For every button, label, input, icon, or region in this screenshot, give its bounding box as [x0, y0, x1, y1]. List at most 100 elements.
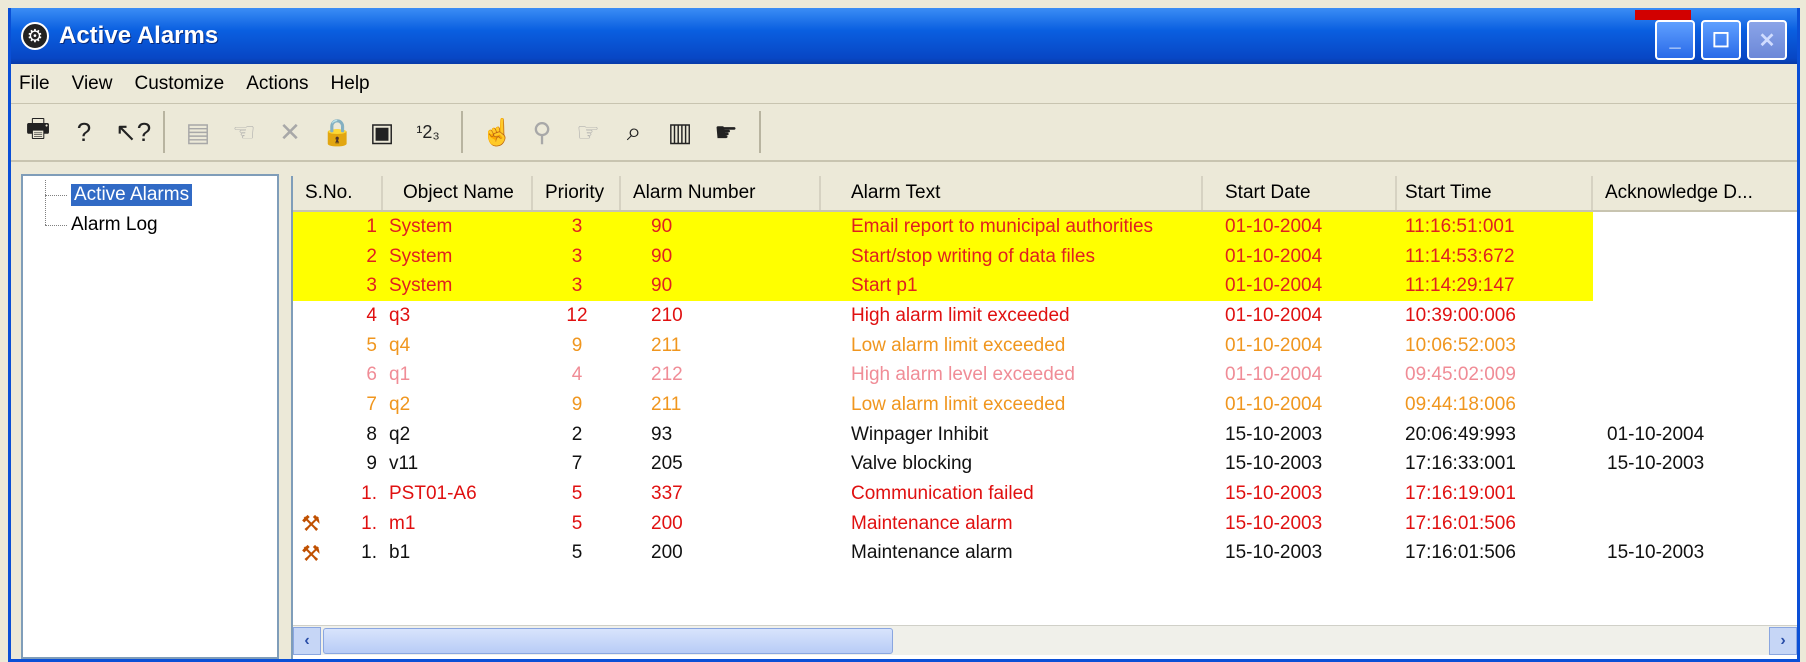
tree-item-alarm-log[interactable]: Alarm Log [23, 210, 277, 240]
cell-alarm-number: 90 [621, 241, 821, 272]
cell-start-time-text: 09:44:18:006 [1405, 393, 1516, 415]
table-row[interactable]: 4 q3 12 210 High alarm limit exceeded 01-10-2… [293, 301, 1797, 331]
cell-object-name-text: v11 [389, 453, 419, 475]
table-row[interactable]: 8 q2 2 93 Winpager Inhibit 15-10-2003 20:06:49… [293, 420, 1797, 450]
acknowledge-icon[interactable]: ☜ [229, 117, 259, 148]
cell-alarm-number: 200 [621, 539, 821, 569]
properties-icon[interactable]: ▤ [183, 117, 213, 148]
menu-customize[interactable]: Customize [134, 73, 224, 95]
ack-all-icon[interactable]: ☝ [481, 117, 513, 148]
table-row[interactable]: 6 q1 4 212 High alarm level exceeded 01-10-20… [293, 360, 1797, 390]
help-icon[interactable]: ? [69, 117, 99, 148]
cell-alarm-text: Communication failed [821, 479, 1203, 509]
horizontal-scrollbar[interactable]: ‹ › [293, 625, 1797, 655]
tree-item-label: Alarm Log [71, 214, 158, 235]
cell-start-date-text: 15-10-2003 [1225, 483, 1323, 505]
cell-sno: ⚒ 1. [293, 539, 383, 569]
menu-file[interactable]: File [19, 73, 50, 95]
table-header: S.No. Object Name Priority Alarm Number … [293, 176, 1797, 212]
column-header-sno[interactable]: S.No. [293, 176, 383, 210]
cell-sno-text: 8 [366, 423, 377, 445]
app-icon: ⚙ [21, 22, 49, 50]
cell-object-name: q2 [383, 390, 533, 420]
tree-item-label: Active Alarms [71, 184, 193, 206]
cell-alarm-text: Winpager Inhibit [821, 420, 1203, 450]
close-button[interactable]: ✕ [1747, 20, 1787, 60]
column-header-priority[interactable]: Priority [533, 176, 621, 210]
cell-acknowledge-date [1593, 212, 1753, 242]
cell-sno-text: 5 [366, 334, 377, 356]
find-icon[interactable]: ⚲ [527, 117, 557, 148]
scroll-right-icon[interactable]: › [1769, 626, 1797, 655]
cell-object-name-text: System [389, 275, 453, 297]
cell-start-time-text: 11:14:53:672 [1405, 245, 1515, 267]
column-header-start-date[interactable]: Start Date [1203, 176, 1397, 210]
minimize-button[interactable]: _ [1655, 20, 1695, 60]
hide-icon[interactable]: ☞ [573, 117, 603, 148]
cell-start-date-text: 01-10-2004 [1225, 364, 1323, 386]
cell-object-name: b1 [383, 539, 533, 569]
cell-acknowledge-date-text: 15-10-2003 [1607, 542, 1705, 564]
maximize-button[interactable]: ☐ [1701, 20, 1741, 60]
menu-actions[interactable]: Actions [246, 73, 308, 95]
table-row[interactable]: 7 q2 9 211 Low alarm limit exceeded 01-10-200… [293, 390, 1797, 420]
cell-start-date: 15-10-2003 [1203, 509, 1397, 539]
cell-alarm-number-text: 90 [651, 275, 673, 297]
cell-object-name: q4 [383, 331, 533, 361]
lock-icon[interactable]: 🔒 [321, 117, 353, 148]
wrench-icon: ⚒ [301, 540, 321, 566]
cell-alarm-text: Start/stop writing of data files [821, 241, 1203, 272]
table-row[interactable]: 1 System 3 90 Email report to municipal auth… [293, 212, 1797, 242]
cell-alarm-number-text: 211 [651, 334, 682, 356]
cell-alarm-number-text: 211 [651, 393, 682, 415]
tree-connector [45, 195, 67, 196]
tree-item-active-alarms[interactable]: Active Alarms [23, 180, 277, 210]
cell-object-name-text: q4 [389, 334, 411, 356]
column-header-alarm-number[interactable]: Alarm Number [621, 176, 821, 210]
cell-sno: 1. [293, 479, 383, 509]
cell-start-time: 20:06:49:993 [1397, 420, 1593, 450]
menu-help[interactable]: Help [331, 73, 370, 95]
cell-alarm-text-text: Low alarm limit exceeded [851, 334, 1066, 356]
cell-alarm-text-text: Winpager Inhibit [851, 423, 989, 445]
delete-icon[interactable]: ✕ [275, 117, 305, 148]
scroll-left-icon[interactable]: ‹ [293, 626, 321, 655]
sort-icon[interactable]: ¹2₃ [413, 122, 443, 143]
cell-alarm-number-text: 337 [651, 483, 683, 505]
cell-acknowledge-date [1593, 509, 1753, 539]
scrollbar-thumb[interactable] [323, 628, 893, 654]
alarm-check-icon[interactable]: ☛ [711, 117, 741, 148]
cell-acknowledge-date [1593, 331, 1753, 361]
cell-alarm-number: 211 [621, 390, 821, 420]
cell-start-time: 17:16:01:506 [1397, 539, 1593, 569]
cell-alarm-text: High alarm level exceeded [821, 360, 1203, 390]
filter-icon[interactable]: ▣ [367, 117, 397, 148]
cell-start-time: 10:06:52:003 [1397, 331, 1593, 361]
column-header-start-time[interactable]: Start Time [1397, 176, 1593, 210]
column-header-acknowledge-date[interactable]: Acknowledge D... [1593, 176, 1753, 210]
cell-start-time: 17:16:01:506 [1397, 509, 1593, 539]
cell-start-date-text: 01-10-2004 [1225, 304, 1323, 326]
title-bar[interactable]: ⚙ Active Alarms _ ☐ ✕ [11, 8, 1797, 64]
menu-view[interactable]: View [72, 73, 113, 95]
zoom-icon[interactable]: ⌕ [619, 116, 649, 148]
column-header-object-name[interactable]: Object Name [383, 176, 533, 210]
cell-priority: 7 [533, 450, 621, 480]
print-icon[interactable]: 🖶 [23, 110, 53, 154]
table-row[interactable]: 9 v11 7 205 Valve blocking 15-10-2003 17:16:33… [293, 450, 1797, 480]
context-help-icon[interactable]: ↖? [115, 117, 151, 148]
cell-alarm-number-text: 205 [651, 453, 683, 475]
table-row[interactable]: 1. PST01-A6 5 337 Communication failed 15-10-… [293, 479, 1797, 509]
cell-start-date: 01-10-2004 [1203, 360, 1397, 390]
cell-start-date-text: 01-10-2004 [1225, 275, 1323, 297]
table-row[interactable]: ⚒ 1. m1 5 200 Maintenance alarm 15-10-2003 17:1… [293, 509, 1797, 539]
cell-object-name: v11 [383, 450, 533, 480]
table-row[interactable]: 5 q4 9 211 Low alarm limit exceeded 01-10-200… [293, 331, 1797, 361]
report-icon[interactable]: ▥ [665, 117, 695, 148]
column-header-alarm-text[interactable]: Alarm Text [821, 176, 1203, 210]
table-row[interactable]: 3 System 3 90 Start p1 01-10-2004 11:14:29:147 [293, 271, 1797, 302]
table-row[interactable]: ⚒ 1. b1 5 200 Maintenance alarm 15-10-2003 17:1… [293, 539, 1797, 569]
table-row[interactable]: 2 System 3 90 Start/stop writing of data fil… [293, 241, 1797, 272]
cell-alarm-number: 90 [621, 271, 821, 302]
cell-start-date: 15-10-2003 [1203, 420, 1397, 450]
